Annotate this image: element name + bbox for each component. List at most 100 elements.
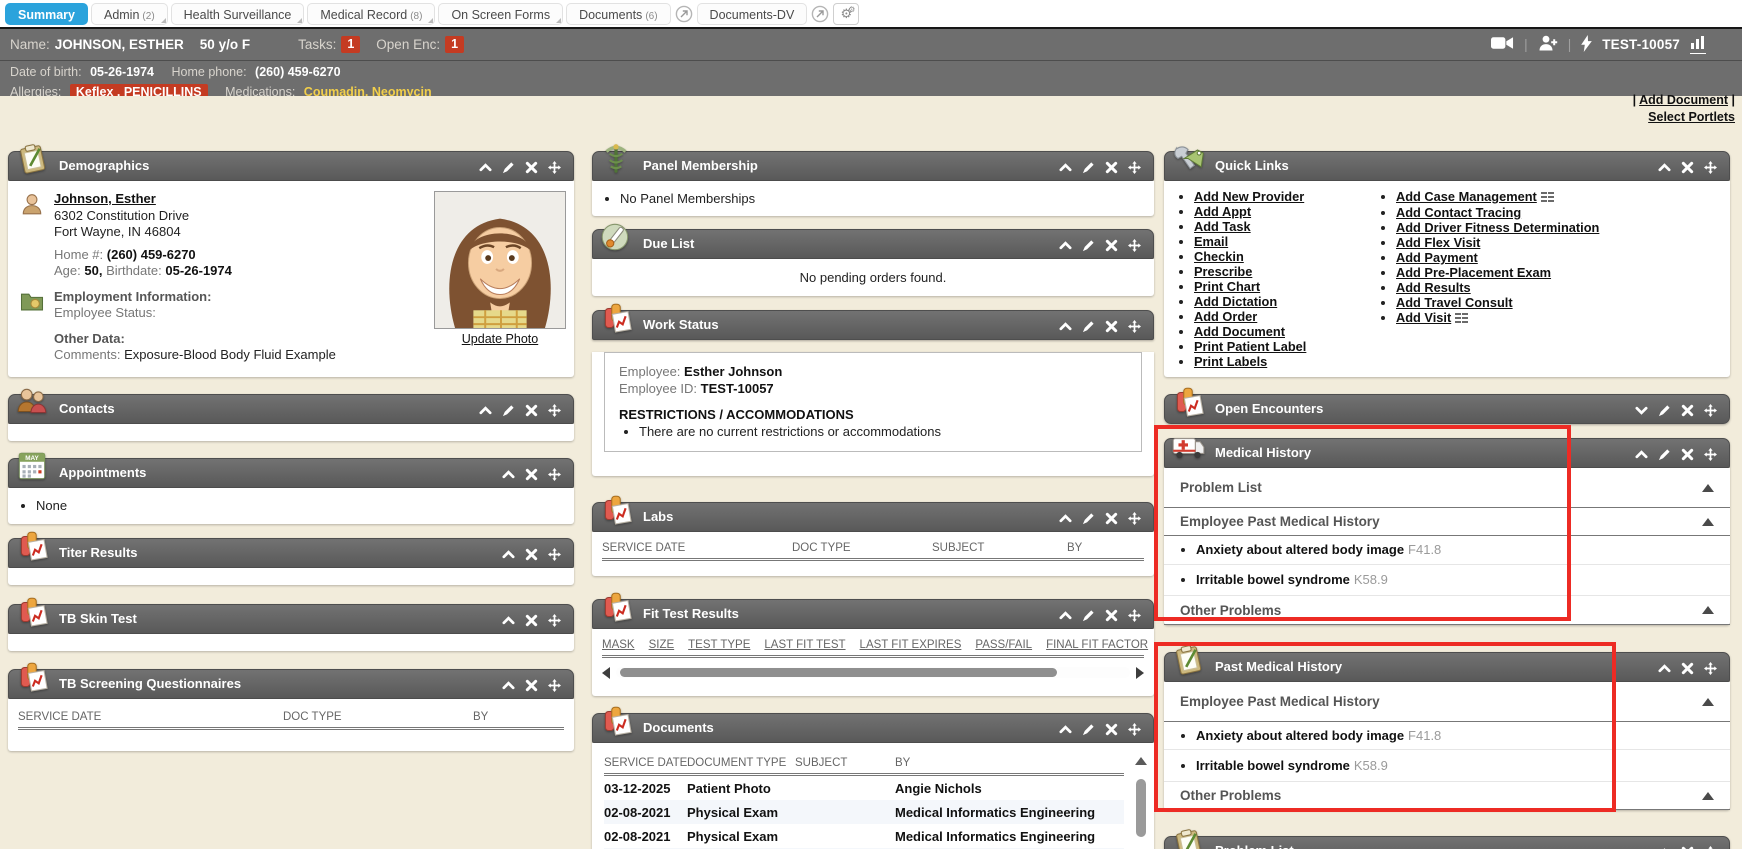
collapse-icon[interactable]	[479, 404, 492, 417]
move-icon[interactable]	[1128, 239, 1141, 252]
lightning-icon[interactable]	[1581, 35, 1592, 55]
close-icon[interactable]	[1105, 512, 1118, 525]
tab-admin[interactable]: Admin(2)	[91, 3, 168, 25]
quick-link[interactable]: Print Chart	[1194, 279, 1260, 294]
move-icon[interactable]	[548, 404, 561, 417]
table-row[interactable]: 02-08-2021 Physical Exam Medical Informa…	[604, 800, 1124, 824]
edit-icon[interactable]	[1082, 723, 1095, 736]
move-icon[interactable]	[1704, 662, 1717, 675]
collapse-icon[interactable]	[1059, 609, 1072, 622]
move-icon[interactable]	[548, 468, 561, 481]
table-row[interactable]: 03-12-2025 Patient Photo Angie Nichols	[604, 776, 1124, 800]
update-photo-link[interactable]: Update Photo	[462, 332, 538, 346]
video-camera-icon[interactable]	[1491, 36, 1514, 53]
patient-name-link[interactable]: Johnson, Esther	[54, 191, 156, 206]
collapse-icon[interactable]	[502, 614, 515, 627]
quick-link[interactable]: Add Driver Fitness Determination	[1396, 220, 1599, 235]
edit-icon[interactable]	[1082, 609, 1095, 622]
close-icon[interactable]	[1681, 662, 1694, 675]
close-icon[interactable]	[525, 468, 538, 481]
column-size[interactable]: SIZE	[649, 639, 675, 651]
close-icon[interactable]	[1105, 320, 1118, 333]
edit-icon[interactable]	[1082, 239, 1095, 252]
collapse-icon[interactable]	[1658, 846, 1671, 849]
move-icon[interactable]	[1704, 404, 1717, 417]
tab-documents-dv[interactable]: Documents-DV	[697, 3, 808, 25]
move-icon[interactable]	[1128, 609, 1141, 622]
collapse-icon[interactable]	[1658, 161, 1671, 174]
edit-icon[interactable]	[502, 161, 515, 174]
horizontal-scrollbar[interactable]	[602, 666, 1144, 679]
move-icon[interactable]	[548, 548, 561, 561]
tab-medical-record[interactable]: Medical Record(8)	[307, 3, 435, 25]
tab-summary[interactable]: Summary	[5, 3, 88, 25]
quick-link[interactable]: Add Task	[1194, 219, 1251, 234]
edit-icon[interactable]	[1658, 404, 1671, 417]
collapse-icon[interactable]	[1635, 448, 1648, 461]
close-icon[interactable]	[1105, 609, 1118, 622]
external-link-icon[interactable]	[674, 4, 694, 24]
column-last-fit-expires[interactable]: LAST FIT EXPIRES	[860, 639, 962, 651]
collapse-icon[interactable]	[502, 548, 515, 561]
accordion-collapse-icon[interactable]	[1702, 698, 1714, 706]
accordion-employee-past-medical-history[interactable]: Employee Past Medical History	[1164, 682, 1730, 722]
move-icon[interactable]	[1128, 723, 1141, 736]
close-icon[interactable]	[1105, 161, 1118, 174]
edit-icon[interactable]	[1082, 512, 1095, 525]
accordion-other-problems[interactable]: Other Problems	[1164, 782, 1730, 810]
scroll-up-icon[interactable]	[1135, 757, 1147, 765]
close-icon[interactable]	[525, 404, 538, 417]
quick-link[interactable]: Email	[1194, 234, 1228, 249]
collapse-icon[interactable]	[1059, 723, 1072, 736]
table-row[interactable]: 02-08-2021 Physical Exam Medical Informa…	[604, 824, 1124, 848]
close-icon[interactable]	[1105, 239, 1118, 252]
column-last-fit-test[interactable]: LAST FIT TEST	[764, 639, 845, 651]
external-link-icon[interactable]	[810, 4, 830, 24]
quick-link[interactable]: Add Travel Consult	[1396, 295, 1513, 310]
add-person-icon[interactable]	[1538, 35, 1558, 54]
tab-on-screen-forms[interactable]: On Screen Forms	[438, 3, 563, 25]
close-icon[interactable]	[1105, 723, 1118, 736]
collapse-icon[interactable]	[479, 161, 492, 174]
close-icon[interactable]	[525, 614, 538, 627]
quick-link[interactable]: Add New Provider	[1194, 189, 1304, 204]
quick-link[interactable]: Print Labels	[1194, 354, 1267, 369]
quick-link[interactable]: Add Results	[1396, 280, 1471, 295]
list-grid-icon[interactable]	[1541, 190, 1554, 205]
scroll-right-icon[interactable]	[1136, 667, 1144, 679]
list-grid-icon[interactable]	[1455, 311, 1468, 326]
collapse-icon[interactable]	[502, 679, 515, 692]
close-icon[interactable]	[1681, 846, 1694, 849]
close-icon[interactable]	[1681, 448, 1694, 461]
accordion-collapse-icon[interactable]	[1702, 518, 1714, 526]
open-enc-badge[interactable]: 1	[445, 36, 464, 53]
quick-link[interactable]: Print Patient Label	[1194, 339, 1306, 354]
quick-link[interactable]: Add Payment	[1396, 250, 1478, 265]
close-icon[interactable]	[525, 548, 538, 561]
quick-link[interactable]: Add Document	[1194, 324, 1285, 339]
accordion-employee-past-medical-history[interactable]: Employee Past Medical History	[1164, 508, 1730, 536]
quick-link[interactable]: Add Visit	[1396, 310, 1451, 325]
move-icon[interactable]	[1128, 320, 1141, 333]
column-test-type[interactable]: TEST TYPE	[688, 639, 750, 651]
edit-icon[interactable]	[1082, 320, 1095, 333]
expand-icon[interactable]	[1635, 404, 1648, 417]
quick-link[interactable]: Add Case Management	[1396, 189, 1537, 204]
column-mask[interactable]: MASK	[602, 639, 635, 651]
quick-link[interactable]: Add Pre-Placement Exam	[1396, 265, 1551, 280]
gears-icon[interactable]: ⚙⚙	[833, 3, 859, 25]
move-icon[interactable]	[1704, 448, 1717, 461]
quick-link[interactable]: Add Order	[1194, 309, 1257, 324]
quick-link[interactable]: Add Dictation	[1194, 294, 1277, 309]
edit-icon[interactable]	[1658, 448, 1671, 461]
edit-icon[interactable]	[502, 404, 515, 417]
move-icon[interactable]	[548, 161, 561, 174]
collapse-icon[interactable]	[1059, 320, 1072, 333]
collapse-icon[interactable]	[1059, 239, 1072, 252]
scroll-left-icon[interactable]	[602, 667, 610, 679]
scrollbar-thumb[interactable]	[620, 668, 1057, 677]
close-icon[interactable]	[525, 679, 538, 692]
vertical-scrollbar[interactable]	[1134, 757, 1148, 849]
edit-icon[interactable]	[1082, 161, 1095, 174]
collapse-icon[interactable]	[1059, 161, 1072, 174]
